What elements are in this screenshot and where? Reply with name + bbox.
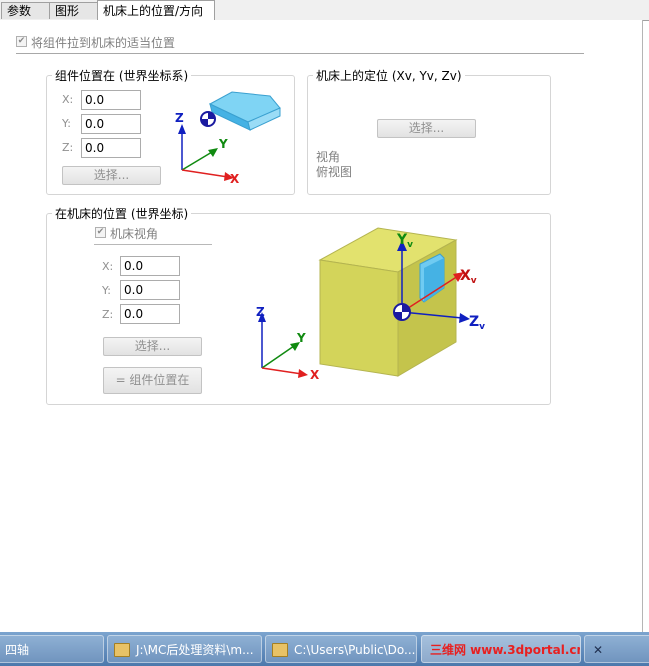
tab-graphics[interactable]: 图形	[49, 2, 98, 19]
y-label: Y:	[62, 117, 71, 130]
zv-axis-label: Zv	[469, 314, 485, 332]
positioning-select-button[interactable]: 选择...	[377, 119, 476, 138]
machine-axes-diagram: Yv Xv Zv Z Y X	[256, 227, 485, 382]
world-x-label: X	[310, 368, 320, 382]
taskbar-item-4axis[interactable]: 四轴	[0, 635, 104, 663]
taskbar-item-folder-c[interactable]: C:\Users\Public\Do...	[265, 635, 417, 663]
z-axis-label: Z	[175, 111, 184, 125]
tab-machine-position[interactable]: 机床上的位置/方向	[97, 0, 215, 21]
component-axes-diagram: Z Y X	[175, 91, 281, 186]
taskbar-item-folder-j[interactable]: J:\MC后处理资料\m...	[107, 635, 262, 663]
machine-position-title: 在机床的位置 (世界坐标)	[52, 205, 192, 222]
x-label: X:	[62, 93, 74, 106]
z-field[interactable]: 0.0	[81, 138, 141, 158]
xv-axis-label: Xv	[460, 268, 477, 286]
pull-to-machine-label: 将组件拉到机床的适当位置	[31, 36, 176, 50]
separator	[94, 244, 212, 245]
machine-block-icon	[318, 227, 458, 377]
world-z-label: Z	[256, 305, 265, 319]
taskbar-item-app[interactable]: ✕	[584, 635, 649, 663]
y-axis-label: Y	[218, 137, 228, 151]
select-button[interactable]: 选择...	[62, 166, 161, 185]
equal-component-button[interactable]: = 组件位置在	[103, 367, 202, 394]
machine-z-field[interactable]: 0.0	[120, 304, 180, 324]
machine-y-label: Y:	[102, 284, 111, 297]
z-label: Z:	[62, 141, 74, 154]
pull-to-machine-checkbox[interactable]: ✔	[16, 36, 27, 47]
x-field[interactable]: 0.0	[81, 90, 141, 110]
tab-bar: 参数 图形 机床上的位置/方向	[0, 0, 649, 21]
machine-x-label: X:	[102, 260, 114, 273]
separator	[16, 53, 584, 54]
machine-y-field[interactable]: 0.0	[120, 280, 180, 300]
x-axis-label: X	[230, 172, 240, 186]
machine-x-field[interactable]: 0.0	[120, 256, 180, 276]
taskbar: 四轴 J:\MC后处理资料\m... C:\Users\Public\Do...…	[0, 632, 649, 666]
view-value: 俯视图	[316, 165, 353, 179]
machine-positioning-title: 机床上的定位 (Xv, Yv, Zv)	[313, 67, 465, 84]
machine-view-checkbox[interactable]: ✔	[95, 227, 106, 238]
part-icon	[208, 91, 281, 131]
machine-view-label: 机床视角	[110, 227, 159, 241]
folder-icon	[272, 643, 288, 657]
taskbar-item-3dportal[interactable]: 三维网 www.3dportal.cn	[421, 635, 581, 663]
tab-parameters[interactable]: 参数	[1, 2, 50, 19]
y-field[interactable]: 0.0	[81, 114, 141, 134]
machine-z-label: Z:	[102, 308, 114, 321]
app-icon: ✕	[593, 643, 604, 657]
world-y-label: Y	[296, 331, 306, 345]
machine-select-button[interactable]: 选择...	[103, 337, 202, 356]
folder-icon	[114, 643, 130, 657]
